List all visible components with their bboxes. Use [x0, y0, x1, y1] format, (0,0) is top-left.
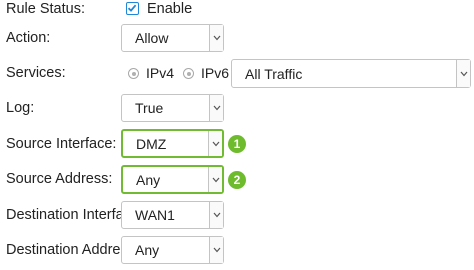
- services-dropdown-arrow[interactable]: [456, 60, 470, 87]
- rule-status-label: Rule Status:: [6, 1, 85, 17]
- ipv4-label: IPv4: [146, 65, 175, 81]
- source-address-label: Source Address:: [6, 171, 113, 187]
- log-label: Log:: [6, 100, 35, 116]
- destination-interface-dropdown-arrow[interactable]: [209, 202, 223, 228]
- ipv6-radio[interactable]: [183, 68, 194, 79]
- source-interface-label: Source Interface:: [6, 136, 117, 152]
- enable-label: Enable: [147, 1, 193, 17]
- log-select[interactable]: True: [121, 94, 224, 122]
- source-interface-dropdown-arrow[interactable]: [208, 131, 222, 156]
- ipv4-radio[interactable]: [128, 68, 139, 79]
- enable-checkbox[interactable]: [126, 2, 139, 15]
- source-address-select[interactable]: Any: [121, 165, 224, 194]
- source-address-dropdown-arrow[interactable]: [208, 167, 222, 192]
- source-address-value: Any: [136, 171, 161, 188]
- source-interface-select[interactable]: DMZ: [121, 129, 224, 158]
- chevron-down-icon: [213, 212, 221, 218]
- check-icon: [127, 4, 137, 12]
- destination-address-label: Destination Address:: [6, 242, 139, 258]
- chevron-down-icon: [212, 141, 220, 146]
- destination-address-value: Any: [135, 242, 160, 258]
- destination-interface-select[interactable]: WAN1: [121, 201, 224, 229]
- step-badge-1: 1: [228, 135, 246, 153]
- firewall-rule-form: Rule Status: Enable Action: Allow Servic…: [0, 0, 474, 270]
- action-value: Allow: [135, 30, 169, 46]
- action-label: Action:: [6, 30, 51, 46]
- log-dropdown-arrow[interactable]: [209, 95, 223, 121]
- chevron-down-icon: [212, 177, 220, 182]
- destination-address-select[interactable]: Any: [121, 236, 224, 264]
- log-value: True: [135, 100, 164, 116]
- services-select[interactable]: All Traffic: [231, 59, 471, 88]
- chevron-down-icon: [460, 71, 468, 76]
- chevron-down-icon: [213, 247, 221, 253]
- destination-address-dropdown-arrow[interactable]: [209, 237, 223, 263]
- chevron-down-icon: [213, 105, 221, 111]
- destination-interface-value: WAN1: [135, 207, 175, 223]
- chevron-down-icon: [213, 35, 221, 41]
- ipv6-label: IPv6: [201, 65, 230, 81]
- step-badge-2: 2: [228, 171, 246, 189]
- source-interface-value: DMZ: [136, 135, 167, 152]
- action-dropdown-arrow[interactable]: [209, 25, 223, 51]
- services-value: All Traffic: [245, 65, 303, 82]
- services-label: Services:: [6, 65, 66, 81]
- action-select[interactable]: Allow: [121, 24, 224, 52]
